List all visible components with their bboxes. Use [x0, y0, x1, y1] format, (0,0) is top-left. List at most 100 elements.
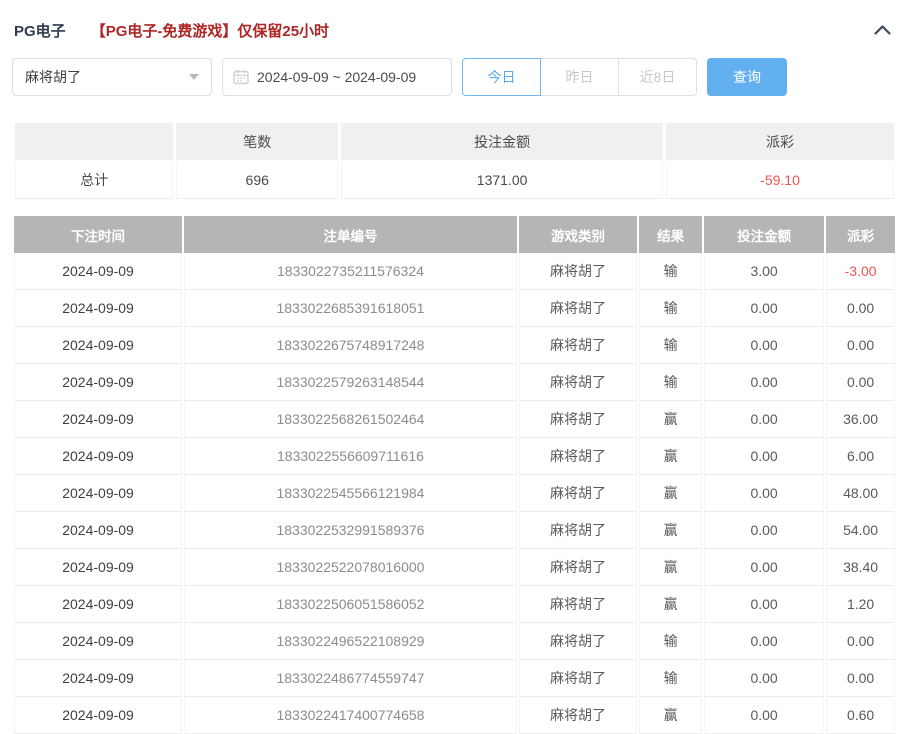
- cell-game-type: 麻将胡了: [518, 586, 638, 623]
- cell-payout: 0.60: [826, 697, 895, 734]
- cell-result: 赢: [639, 586, 702, 623]
- date-range-input[interactable]: 2024-09-09 ~ 2024-09-09: [222, 58, 452, 96]
- cell-result: 赢: [639, 438, 702, 475]
- col-result: 结果: [639, 216, 702, 253]
- cell-result: 赢: [639, 512, 702, 549]
- summary-col-empty: [15, 123, 174, 160]
- table-row: 2024-09-09 1833022675748917248 麻将胡了 输 0.…: [14, 327, 895, 364]
- cell-bet-amount: 0.00: [703, 364, 825, 401]
- cell-bet-id: 1833022568261502464: [184, 401, 517, 438]
- cell-payout: 38.40: [826, 549, 895, 586]
- records-tbody: 2024-09-09 1833022735211576324 麻将胡了 输 3.…: [14, 253, 895, 734]
- table-row: 2024-09-09 1833022532991589376 麻将胡了 赢 0.…: [14, 512, 895, 549]
- cell-payout: 54.00: [826, 512, 895, 549]
- cell-bet-id: 1833022486774559747: [184, 660, 517, 697]
- cell-result: 输: [639, 660, 702, 697]
- table-row: 2024-09-09 1833022496522108929 麻将胡了 输 0.…: [14, 623, 895, 660]
- cell-result: 赢: [639, 475, 702, 512]
- summary-header-row: 笔数 投注金额 派彩: [15, 123, 894, 160]
- yesterday-button[interactable]: 昨日: [540, 58, 619, 96]
- col-payout: 派彩: [826, 216, 895, 253]
- cell-bet-amount: 0.00: [703, 697, 825, 734]
- game-select-value: 麻将胡了: [25, 69, 81, 85]
- cell-bet-id: 1833022417400774658: [184, 697, 517, 734]
- panel-header: PG电子 【PG电子-免费游戏】仅保留25小时: [0, 0, 909, 45]
- cell-bet-time: 2024-09-09: [14, 364, 183, 401]
- cell-payout: 6.00: [826, 438, 895, 475]
- chevron-up-icon: [874, 23, 891, 38]
- cell-bet-id: 1833022545566121984: [184, 475, 517, 512]
- cell-bet-id: 1833022685391618051: [184, 290, 517, 327]
- col-bet-amount: 投注金额: [703, 216, 825, 253]
- cell-game-type: 麻将胡了: [518, 438, 638, 475]
- table-row: 2024-09-09 1833022522078016000 麻将胡了 赢 0.…: [14, 549, 895, 586]
- page-title: PG电子: [14, 22, 66, 40]
- cell-bet-time: 2024-09-09: [14, 512, 183, 549]
- summary-total-bet-amount: 1371.00: [341, 162, 664, 199]
- table-row: 2024-09-09 1833022735211576324 麻将胡了 输 3.…: [14, 253, 895, 290]
- table-row: 2024-09-09 1833022506051586052 麻将胡了 赢 0.…: [14, 586, 895, 623]
- today-button[interactable]: 今日: [462, 58, 541, 96]
- cell-bet-time: 2024-09-09: [14, 586, 183, 623]
- cell-bet-time: 2024-09-09: [14, 327, 183, 364]
- cell-result: 赢: [639, 697, 702, 734]
- table-row: 2024-09-09 1833022568261502464 麻将胡了 赢 0.…: [14, 401, 895, 438]
- table-row: 2024-09-09 1833022685391618051 麻将胡了 输 0.…: [14, 290, 895, 327]
- cell-bet-amount: 0.00: [703, 290, 825, 327]
- cell-game-type: 麻将胡了: [518, 327, 638, 364]
- cell-bet-amount: 0.00: [703, 586, 825, 623]
- cell-bet-time: 2024-09-09: [14, 401, 183, 438]
- cell-bet-time: 2024-09-09: [14, 438, 183, 475]
- table-row: 2024-09-09 1833022579263148544 麻将胡了 输 0.…: [14, 364, 895, 401]
- col-bet-id: 注单编号: [184, 216, 517, 253]
- cell-payout: 1.20: [826, 586, 895, 623]
- cell-bet-time: 2024-09-09: [14, 697, 183, 734]
- cell-game-type: 麻将胡了: [518, 697, 638, 734]
- last8days-button[interactable]: 近8日: [618, 58, 697, 96]
- cell-bet-amount: 0.00: [703, 512, 825, 549]
- game-select[interactable]: 麻将胡了: [12, 58, 212, 96]
- quick-filter-group: 今日 昨日 近8日: [462, 58, 697, 96]
- cell-payout: 0.00: [826, 660, 895, 697]
- summary-col-payout: 派彩: [666, 123, 894, 160]
- cell-bet-amount: 0.00: [703, 623, 825, 660]
- cell-bet-time: 2024-09-09: [14, 549, 183, 586]
- caret-down-icon: [189, 74, 199, 80]
- records-table: 下注时间 注单编号 游戏类别 结果 投注金额 派彩 2024-09-09 183…: [12, 216, 897, 734]
- cell-bet-time: 2024-09-09: [14, 623, 183, 660]
- date-range-value: 2024-09-09 ~ 2024-09-09: [257, 69, 417, 85]
- cell-payout: 0.00: [826, 364, 895, 401]
- calendar-icon: [233, 69, 249, 85]
- cell-bet-id: 1833022506051586052: [184, 586, 517, 623]
- cell-result: 赢: [639, 401, 702, 438]
- table-row: 2024-09-09 1833022417400774658 麻将胡了 赢 0.…: [14, 697, 895, 734]
- cell-result: 输: [639, 253, 702, 290]
- summary-table: 笔数 投注金额 派彩 总计 696 1371.00 -59.10: [12, 121, 897, 201]
- col-game-type: 游戏类别: [518, 216, 638, 253]
- cell-bet-amount: 0.00: [703, 438, 825, 475]
- cell-bet-time: 2024-09-09: [14, 253, 183, 290]
- cell-bet-amount: 3.00: [703, 253, 825, 290]
- cell-result: 输: [639, 623, 702, 660]
- cell-bet-amount: 0.00: [703, 660, 825, 697]
- notice-text: 【PG电子-免费游戏】仅保留25小时: [90, 22, 330, 40]
- table-row: 2024-09-09 1833022486774559747 麻将胡了 输 0.…: [14, 660, 895, 697]
- cell-bet-id: 1833022579263148544: [184, 364, 517, 401]
- cell-bet-id: 1833022735211576324: [184, 253, 517, 290]
- cell-game-type: 麻将胡了: [518, 475, 638, 512]
- cell-game-type: 麻将胡了: [518, 549, 638, 586]
- records-header-row: 下注时间 注单编号 游戏类别 结果 投注金额 派彩: [14, 216, 895, 253]
- cell-result: 赢: [639, 549, 702, 586]
- cell-payout: 36.00: [826, 401, 895, 438]
- collapse-button[interactable]: [872, 23, 893, 37]
- cell-game-type: 麻将胡了: [518, 623, 638, 660]
- cell-game-type: 麻将胡了: [518, 290, 638, 327]
- col-bet-time: 下注时间: [14, 216, 183, 253]
- cell-game-type: 麻将胡了: [518, 253, 638, 290]
- cell-bet-id: 1833022556609711616: [184, 438, 517, 475]
- cell-bet-id: 1833022532991589376: [184, 512, 517, 549]
- summary-total-label: 总计: [15, 162, 174, 199]
- cell-bet-time: 2024-09-09: [14, 660, 183, 697]
- cell-payout: 48.00: [826, 475, 895, 512]
- search-button[interactable]: 查询: [707, 58, 787, 96]
